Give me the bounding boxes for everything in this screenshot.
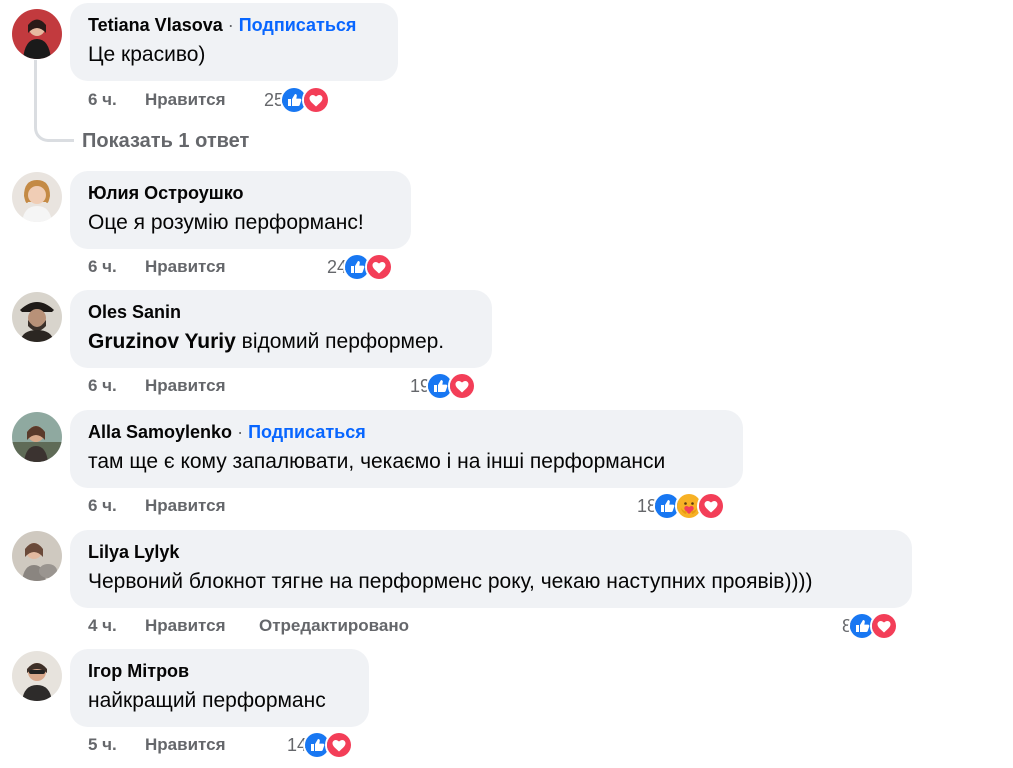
comment-bubble: Alla Samoylenko · Подписаться там ще є ком… — [70, 410, 743, 488]
comment-bubble: Lilya Lylyk Червоний блокнот тягне на пе… — [70, 530, 912, 608]
comment-text-rest: відомий перформер. — [235, 330, 445, 353]
like-button[interactable]: Нравится — [145, 374, 226, 398]
comment-text: Червоний блокнот тягне на перформенс рок… — [88, 570, 813, 593]
love-icon — [697, 492, 726, 520]
avatar[interactable] — [12, 412, 62, 462]
comment-bubble: Oles Sanin Gruzinov Yuriy відомий перфор… — [70, 290, 492, 368]
show-replies-link[interactable]: Показать 1 ответ — [82, 128, 249, 154]
separator-dot: · — [227, 15, 234, 35]
timestamp[interactable]: 5 ч. — [88, 733, 117, 757]
author-name[interactable]: Oles Sanin — [88, 302, 181, 322]
follow-link[interactable]: Подписаться — [239, 15, 357, 35]
like-button[interactable]: Нравится — [145, 255, 226, 279]
author-name[interactable]: Alla Samoylenko — [88, 422, 232, 442]
reaction-summary[interactable]: 19 — [410, 372, 477, 400]
like-button[interactable]: Нравится — [145, 494, 226, 518]
love-icon — [365, 253, 394, 281]
timestamp[interactable]: 6 ч. — [88, 255, 117, 279]
separator-dot: · — [237, 422, 244, 442]
like-button[interactable]: Нравится — [145, 733, 226, 757]
author-name[interactable]: Tetiana Vlasova — [88, 15, 223, 35]
comment-bubble: Юлия Остроушко Оце я розумію перформанс! — [70, 171, 411, 249]
edited-label: Отредактировано — [259, 616, 410, 635]
author-name[interactable]: Lilya Lylyk — [88, 542, 179, 562]
love-icon — [302, 86, 331, 114]
timestamp[interactable]: 4 ч. — [88, 614, 117, 638]
reaction-summary[interactable]: 8 — [842, 612, 899, 640]
comment-text: Це красиво) — [88, 43, 206, 66]
avatar[interactable] — [12, 651, 62, 701]
love-icon — [325, 731, 354, 759]
like-button[interactable]: Нравится — [145, 614, 226, 638]
avatar[interactable] — [12, 172, 62, 222]
timestamp[interactable]: 6 ч. — [88, 374, 117, 398]
timestamp[interactable]: 6 ч. — [88, 494, 117, 518]
reaction-summary[interactable]: 14 — [287, 731, 354, 759]
like-button[interactable]: Нравится — [145, 88, 226, 112]
love-icon — [448, 372, 477, 400]
timestamp[interactable]: 6 ч. — [88, 88, 117, 112]
avatar[interactable] — [12, 292, 62, 342]
author-name[interactable]: Юлия Остроушко — [88, 183, 243, 203]
comment-text: там ще є кому запалювати, чекаємо і на і… — [88, 450, 666, 473]
comment-bubble: Ігор Мітров найкращий перформанс — [70, 649, 369, 727]
follow-link[interactable]: Подписаться — [248, 422, 366, 442]
love-icon — [870, 612, 899, 640]
comment-bubble: Tetiana Vlasova · Подписаться Це красиво) — [70, 3, 398, 81]
comment-text: Gruzinov Yuriy відомий перформер. — [88, 328, 474, 356]
avatar[interactable] — [12, 9, 62, 59]
avatar[interactable] — [12, 531, 62, 581]
comment-text: найкращий перформанс — [88, 689, 326, 712]
mention-link[interactable]: Gruzinov Yuriy — [88, 330, 236, 353]
comment-text: Оце я розумію перформанс! — [88, 211, 364, 234]
reaction-summary[interactable]: 24 — [327, 253, 394, 281]
reaction-summary[interactable]: 18 — [637, 492, 726, 520]
author-name[interactable]: Ігор Мітров — [88, 661, 189, 681]
reaction-summary[interactable]: 25 — [264, 86, 331, 114]
thread-connector-line — [34, 60, 74, 142]
